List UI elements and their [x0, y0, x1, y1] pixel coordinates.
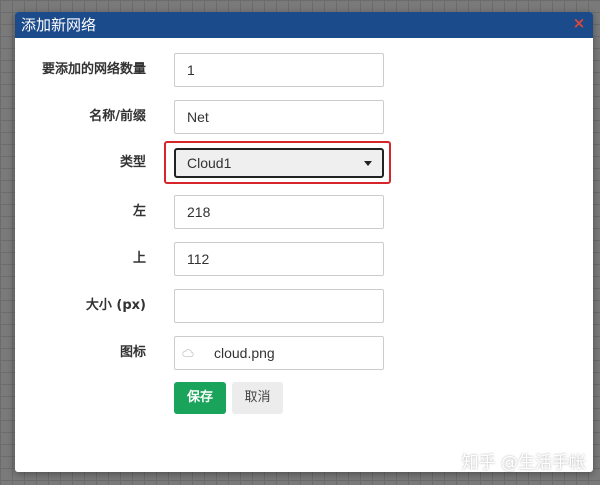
type-select-value: Cloud1 — [187, 155, 232, 171]
caret-down-icon — [364, 161, 372, 166]
type-label: 类型 — [119, 155, 146, 170]
dialog-titlebar: 添加新网络 × — [15, 12, 593, 38]
name-prefix-input[interactable]: Net — [174, 100, 384, 134]
top-input[interactable]: 112 — [174, 242, 384, 276]
add-network-dialog: 添加新网络 × 要添加的网络数量 1 名称/前缀 Net 类型 Cloud1 左… — [15, 12, 593, 472]
left-label: 左 — [132, 204, 146, 219]
type-select[interactable]: Cloud1 — [174, 148, 384, 178]
icon-select[interactable]: cloud.png — [174, 336, 384, 370]
size-label: 大小 (px) — [85, 298, 146, 313]
left-row: 左 218 — [15, 195, 593, 229]
size-input[interactable] — [174, 289, 384, 323]
left-input[interactable]: 218 — [174, 195, 384, 229]
size-row: 大小 (px) — [15, 289, 593, 323]
top-label: 上 — [132, 251, 146, 266]
icon-label: 图标 — [119, 345, 146, 360]
cancel-button[interactable]: 取消 — [232, 382, 283, 414]
icon-row: 图标 cloud.png — [15, 336, 593, 370]
top-row: 上 112 — [15, 242, 593, 276]
name-prefix-label: 名称/前缀 — [89, 109, 146, 124]
cloud-icon — [182, 349, 194, 357]
icon-file-name: cloud.png — [214, 345, 275, 361]
count-label: 要添加的网络数量 — [41, 62, 146, 77]
name-prefix-row: 名称/前缀 Net — [15, 100, 593, 134]
watermark-text: 知乎 @生活手帐 — [461, 453, 586, 473]
dialog-title: 添加新网络 — [21, 16, 97, 34]
save-button[interactable]: 保存 — [174, 382, 226, 414]
close-icon[interactable]: × — [572, 16, 586, 31]
count-row: 要添加的网络数量 1 — [15, 53, 593, 87]
count-input[interactable]: 1 — [174, 53, 384, 87]
